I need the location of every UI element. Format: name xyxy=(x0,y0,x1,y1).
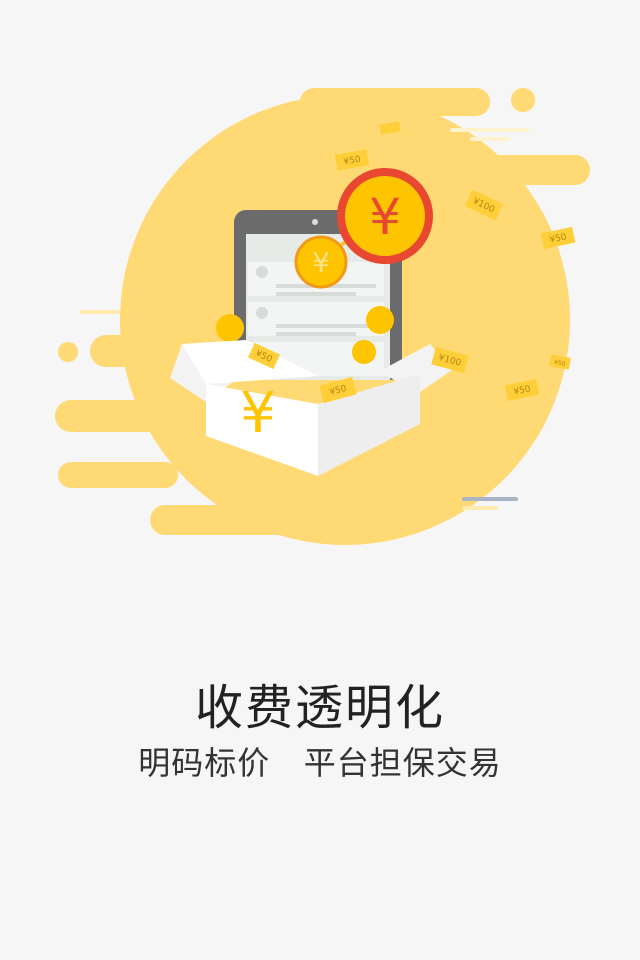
onboarding-subtitle: 明码标价 平台担保交易 xyxy=(138,744,502,782)
onboarding-title: 收费透明化 xyxy=(194,680,445,736)
money-box-illustration: ¥ ¥ ¥ ¥50 ¥100 ¥50 ¥50 ¥100 ¥50 ¥50 ¥50 xyxy=(55,88,590,545)
box-yen-label: ¥ xyxy=(240,381,276,446)
small-coin-yen-icon: ¥ xyxy=(312,246,330,279)
big-coin-yen-label: ¥ xyxy=(369,188,401,246)
onboarding-illustration: ¥ ¥ ¥ ¥50 ¥100 ¥50 ¥50 ¥100 ¥50 ¥50 ¥50 xyxy=(0,0,640,580)
